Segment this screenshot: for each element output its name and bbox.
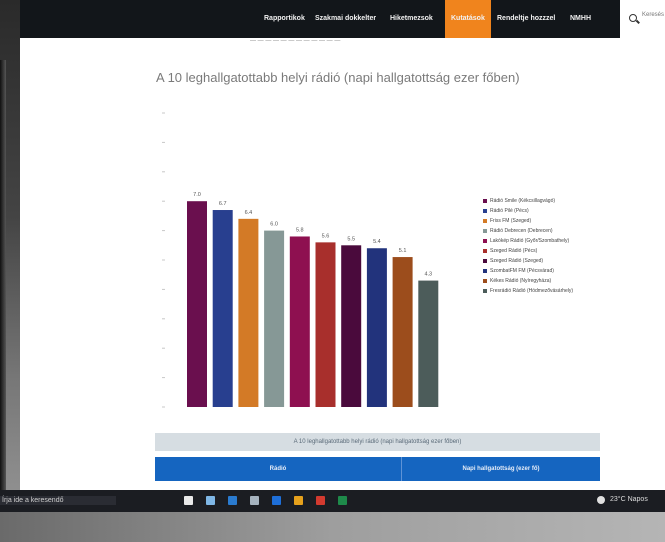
files-icon[interactable] [250,496,259,505]
excel-icon[interactable] [338,496,347,505]
legend-label: Lakókép Rádió (Győr/Szombathely) [490,238,570,244]
legend-label: Fresrádió Rádió (Hódmezővásárhely) [490,288,574,294]
legend-item: Rádió Debrecen (Debrecen) [483,226,573,236]
taskbar-weather-text[interactable]: 23°C Napos [610,496,648,503]
nav-item-hiketmezsok[interactable]: Hiketmezsok [390,0,433,38]
y-axis-tick [162,171,165,173]
bottom-photo-edge [0,512,665,542]
chart-bar [238,218,259,407]
legend-label: Szeged Rádió (Pécs) [490,248,538,254]
legend-label: Rádió Smile (Kékcsillagvágó) [490,198,556,204]
chart-bar [212,210,233,407]
edge-icon[interactable] [228,496,237,505]
legend-swatch [483,279,487,283]
table-header-row: Rádió Napi hallgatottság (ezer fő) [155,457,600,481]
legend-swatch [483,229,487,233]
legend-item: SzombatFM FM (Pécsvárad) [483,266,573,276]
bar-value-label: 6.7 [219,201,227,207]
legend-label: Szeged Rádió (Szeged) [490,258,544,264]
left-dark-edge-inner [0,60,6,542]
mail-icon[interactable] [316,496,325,505]
y-axis-tick [162,141,165,143]
y-axis-tick [162,259,165,261]
chart-bar [341,245,362,407]
y-axis-tick [162,230,165,232]
chart-bar [264,230,285,407]
faded-previous-content: — — — — — — — — — — — — [250,38,341,44]
chart-bar [418,280,439,407]
bar-value-label: 5.6 [322,233,330,239]
legend-swatch [483,199,487,203]
legend-swatch [483,219,487,223]
bar-value-label: 6.4 [245,210,253,216]
chart-bar [392,257,413,407]
top-navigation: Rapportikok Szakmai dokkelter Hiketmezso… [20,0,620,38]
table-header-listeners[interactable]: Napi hallgatottság (ezer fő) [402,457,600,481]
legend-swatch [483,249,487,253]
legend-swatch [483,269,487,273]
legend-swatch [483,289,487,293]
chart-bar [366,248,387,407]
store-icon[interactable] [272,496,281,505]
search-placeholder[interactable]: Keresés [642,12,664,18]
screenshot-stage: Rapportikok Szakmai dokkelter Hiketmezso… [0,0,665,542]
legend-item: Fresrádió Rádió (Hódmezővásárhely) [483,286,573,296]
chart-legend: Rádió Smile (Kékcsillagvágó) Rádió Pilé (… [483,196,573,296]
search-icon[interactable] [206,496,215,505]
legend-item: Rádió Pilé (Pécs) [483,206,573,216]
bar-value-label: 7.0 [193,192,201,198]
bar-value-label: 5.8 [296,227,304,233]
legend-item: Szeged Rádió (Szeged) [483,256,573,266]
legend-item: Lakókép Rádió (Győr/Szombathely) [483,236,573,246]
nav-item-kutatasok[interactable]: Kutatások [445,0,491,38]
y-axis-tick [162,377,165,379]
legend-label: Kékes Rádió (Nyíregyháza) [490,278,552,284]
legend-label: Rádió Debrecen (Debrecen) [490,228,553,234]
legend-swatch [483,239,487,243]
bar-value-label: 4.3 [424,272,432,278]
bar-value-label: 5.1 [399,248,407,254]
legend-swatch [483,209,487,213]
bar-value-label: 6.0 [270,222,278,228]
nav-item-rapportikok[interactable]: Rapportikok [264,0,305,38]
bar-value-label: 5.4 [373,239,381,245]
nav-item-nmhh[interactable]: NMHH [570,0,591,38]
legend-item: Kékes Rádió (Nyíregyháza) [483,276,573,286]
legend-label: Friss FM (Szeged) [490,218,532,224]
y-axis-tick [162,347,165,349]
legend-item: Rádió Smile (Kékcsillagvágó) [483,196,573,206]
y-axis-tick [162,200,165,202]
legend-item: Szeged Rádió (Pécs) [483,246,573,256]
nav-item-szakmai[interactable]: Szakmai dokkelter [315,0,376,38]
legend-swatch [483,259,487,263]
chart-bar [289,236,310,407]
page-title: A 10 leghallgatottabb helyi rádió (napi … [156,70,520,85]
y-axis-tick [162,406,165,408]
table-caption: A 10 leghallgatottabb helyi rádió (napi … [155,433,600,451]
chart-bar [187,201,207,407]
chart-bar [315,242,336,407]
search-area[interactable]: Keresés [620,0,665,38]
legend-item: Friss FM (Szeged) [483,216,573,226]
bar-value-label: 5.5 [347,236,355,242]
weather-icon[interactable] [597,496,605,504]
y-axis-tick [162,112,165,114]
y-axis-tick [162,318,165,320]
table-header-radio[interactable]: Rádió [155,457,402,481]
chrome-icon[interactable] [294,496,303,505]
search-icon[interactable] [629,14,637,22]
nav-item-rendeltje[interactable]: Rendeltje hozzzel [497,0,555,38]
y-axis-tick [162,288,165,290]
taskbar-search-box[interactable]: Írja ide a keresendő [0,496,116,505]
start-icon[interactable] [184,496,193,505]
legend-label: Rádió Pilé (Pécs) [490,208,529,214]
legend-label: SzombatFM FM (Pécsvárad) [490,268,554,274]
windows-taskbar: Írja ide a keresendő 23°C Napos [0,490,665,512]
